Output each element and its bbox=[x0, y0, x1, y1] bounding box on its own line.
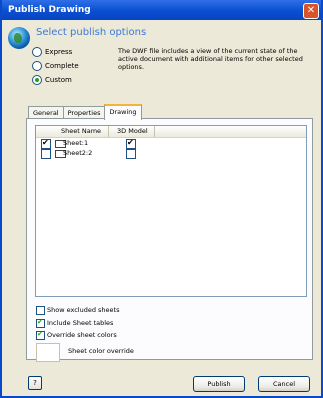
section-title: Select publish options bbox=[36, 27, 147, 38]
publish-button[interactable]: Publish bbox=[193, 376, 245, 392]
override-sheet-colors-checkbox[interactable] bbox=[36, 330, 45, 340]
column-sheet-name[interactable]: Sheet Name bbox=[61, 127, 101, 135]
sheet-color-override-label: Sheet color override bbox=[68, 347, 134, 355]
override-sheet-colors-option[interactable]: Override sheet colors bbox=[36, 330, 117, 340]
include-sheet-tables-label: Include Sheet tables bbox=[47, 319, 114, 327]
show-excluded-sheets-checkbox[interactable] bbox=[36, 305, 45, 315]
tab-strip: General Properties Drawing bbox=[28, 104, 142, 120]
option-description: The DWF file includes a view of the curr… bbox=[118, 47, 303, 71]
sheet-name: Sheet2:2 bbox=[63, 149, 93, 157]
sheet-publish-checkbox[interactable] bbox=[41, 138, 51, 149]
cancel-button[interactable]: Cancel bbox=[258, 376, 310, 392]
close-icon[interactable]: ✕ bbox=[303, 3, 319, 19]
help-icon[interactable]: ? bbox=[28, 376, 42, 390]
column-separator[interactable] bbox=[154, 126, 155, 137]
radio-complete[interactable]: Complete bbox=[32, 59, 79, 73]
sheet-list-header: Sheet Name 3D Model bbox=[36, 126, 306, 138]
include-sheet-tables-checkbox[interactable] bbox=[36, 318, 45, 328]
radio-custom[interactable]: Custom bbox=[32, 73, 79, 87]
include-sheet-tables-option[interactable]: Include Sheet tables bbox=[36, 318, 113, 328]
sheet-publish-checkbox[interactable] bbox=[41, 149, 51, 159]
table-row[interactable]: Sheet2:2 bbox=[36, 149, 306, 159]
show-excluded-sheets-label: Show excluded sheets bbox=[47, 306, 120, 314]
title-bar[interactable]: Publish Drawing ✕ bbox=[2, 0, 321, 20]
sheet-list[interactable]: Sheet Name 3D Model Sheet:1 Sheet2:2 bbox=[35, 125, 307, 297]
override-sheet-colors-label: Override sheet colors bbox=[47, 331, 117, 339]
tab-drawing[interactable]: Drawing bbox=[104, 104, 142, 120]
table-row[interactable]: Sheet:1 bbox=[36, 138, 306, 149]
radio-custom-button[interactable] bbox=[32, 75, 42, 85]
sheet-3d-model-checkbox[interactable] bbox=[126, 149, 136, 159]
globe-icon bbox=[8, 27, 30, 49]
publish-drawing-dialog: Publish Drawing ✕ Select publish options… bbox=[0, 0, 323, 398]
window-title: Publish Drawing bbox=[8, 5, 91, 15]
column-3d-model[interactable]: 3D Model bbox=[117, 127, 148, 135]
sheet-color-swatch[interactable] bbox=[36, 343, 60, 362]
sheet-3d-model-checkbox[interactable] bbox=[126, 138, 136, 149]
radio-complete-button[interactable] bbox=[32, 61, 42, 71]
radio-express-button[interactable] bbox=[32, 47, 42, 57]
column-separator[interactable] bbox=[108, 126, 109, 137]
publish-option-group: Express Complete Custom bbox=[32, 45, 79, 87]
radio-custom-label: Custom bbox=[45, 76, 72, 84]
show-excluded-sheets-option[interactable]: Show excluded sheets bbox=[36, 305, 119, 315]
radio-complete-label: Complete bbox=[45, 62, 79, 70]
radio-express[interactable]: Express bbox=[32, 45, 79, 59]
sheet-name: Sheet:1 bbox=[63, 139, 89, 147]
radio-express-label: Express bbox=[45, 48, 73, 56]
